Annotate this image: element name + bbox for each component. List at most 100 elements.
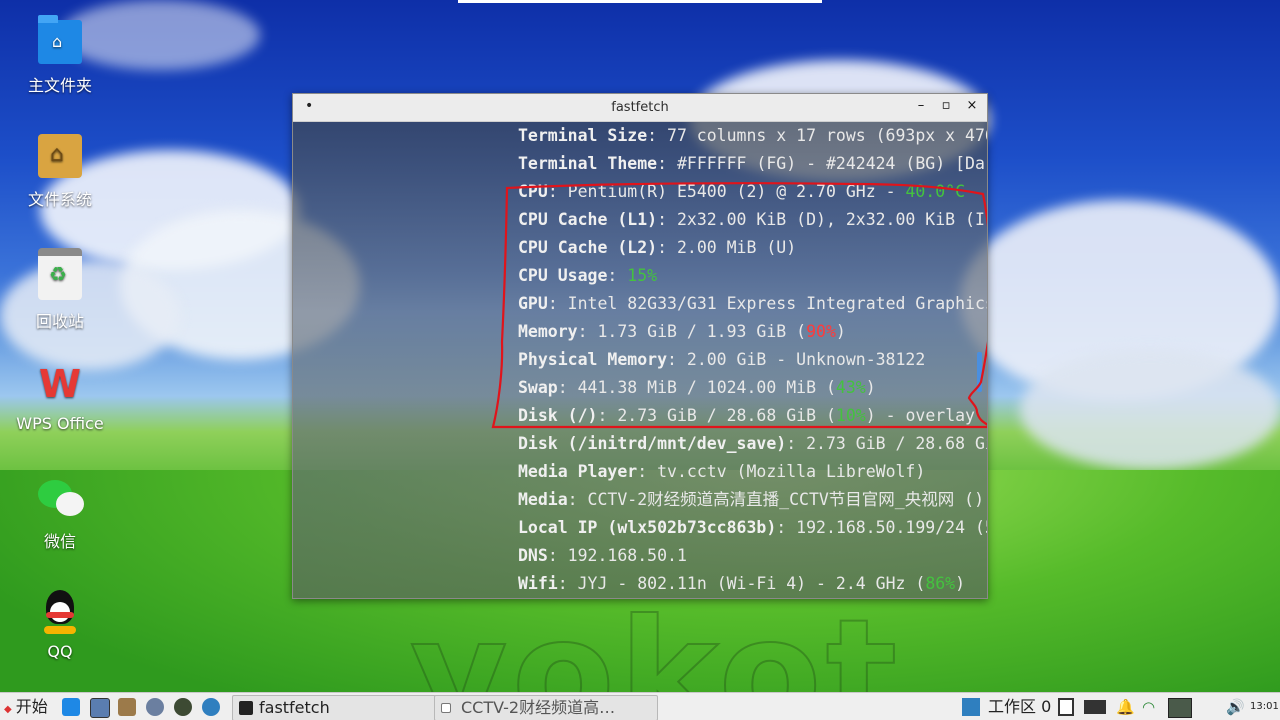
wallpaper-cloud (1020, 350, 1280, 470)
fastfetch-key: CPU Cache (L1) (518, 210, 658, 229)
terminal-window[interactable]: • fastfetch – ▫ × Terminal Size: 77 colu… (292, 93, 988, 599)
fastfetch-line: Media Player: tv.cctv (Mozilla LibreWolf… (518, 458, 987, 486)
maximize-icon[interactable]: ▫ (938, 98, 954, 113)
fastfetch-line: Disk (/): 2.73 GiB / 28.68 GiB (10%) - o… (518, 402, 987, 430)
fastfetch-key: DNS (518, 546, 548, 565)
fastfetch-value: : 441.38 MiB / 1024.00 MiB ( (557, 378, 836, 397)
fastfetch-value: : 2.73 GiB / 28.68 GiB (4 (786, 434, 987, 453)
fastfetch-line: Disk (/initrd/mnt/dev_save): 2.73 GiB / … (518, 430, 987, 458)
fastfetch-highlight: 90% (806, 322, 836, 341)
fastfetch-key: CPU Usage (518, 266, 608, 285)
terminal-scrollbar[interactable] (977, 352, 982, 392)
arrow-app-icon[interactable] (174, 698, 192, 716)
fastfetch-value: : 2x32.00 KiB (D), 2x32.00 KiB (I) (657, 210, 987, 229)
browser-icon[interactable] (202, 698, 220, 716)
fastfetch-line: Wifi: JYJ - 802.11n (Wi-Fi 4) - 2.4 GHz … (518, 570, 987, 598)
desktop-icon-label: 主文件夹 (27, 76, 92, 95)
fastfetch-line: CPU Cache (L1): 2x32.00 KiB (D), 2x32.00… (518, 206, 987, 234)
desktop-icon-filesystem[interactable]: ⌂ 文件系统 (10, 134, 110, 210)
fastfetch-key: Media (518, 490, 568, 509)
fastfetch-key: CPU (518, 182, 548, 201)
clock[interactable]: 13:01 (1250, 693, 1279, 720)
clipboard-icon[interactable] (1058, 698, 1074, 716)
fastfetch-key: Media Player (518, 462, 638, 481)
workspace-switcher[interactable]: 工作区 0 (988, 693, 1051, 720)
terminal-output[interactable]: Terminal Size: 77 columns x 17 rows (693… (293, 122, 987, 598)
fastfetch-key: Memory (518, 322, 578, 341)
fastfetch-value: : #FFFFFF (FG) - #242424 (BG) [Dark] (657, 154, 987, 173)
fastfetch-key: Disk (/) (518, 406, 598, 425)
start-label: 开始 (15, 697, 48, 716)
desktop-icon-label: 微信 (43, 532, 76, 551)
fastfetch-key: Terminal Theme (518, 154, 658, 173)
start-button[interactable]: ◆ 开始 (4, 693, 48, 720)
fastfetch-key: CPU Cache (L2) (518, 238, 658, 257)
fastfetch-value: : CCTV-2财经频道高清直播_CCTV节目官网_央视网 () (567, 490, 985, 509)
close-icon[interactable]: × (964, 98, 980, 113)
desktop-icon-wps-office[interactable]: W WPS Office (10, 362, 110, 433)
fastfetch-line: Memory: 1.73 GiB / 1.93 GiB (90%) (518, 318, 987, 346)
fastfetch-key: Terminal Size (518, 126, 648, 145)
fastfetch-output: Terminal Size: 77 columns x 17 rows (693… (518, 122, 987, 598)
fastfetch-line: Swap: 441.38 MiB / 1024.00 MiB (43%) (518, 374, 987, 402)
fastfetch-value: : tv.cctv (Mozilla LibreWolf) (637, 462, 926, 481)
network-manager-icon[interactable] (962, 698, 980, 716)
wps-office-icon: W (39, 362, 81, 406)
desktop-icon-label: 文件系统 (27, 190, 92, 209)
fastfetch-value: : Intel 82G33/G31 Express Integrated Gra… (547, 294, 987, 313)
fastfetch-line: Media: CCTV-2财经频道高清直播_CCTV节目官网_央视网 () (518, 486, 987, 514)
task-label: fastfetch (259, 698, 330, 717)
home-folder-icon: ⌂ (38, 15, 82, 64)
fastfetch-value: : 2.00 MiB (U) (657, 238, 797, 257)
fastfetch-value: : 2.00 GiB - Unknown-38122 (667, 350, 926, 369)
window-title: fastfetch (611, 100, 669, 115)
fastfetch-line: DNS: 192.168.50.1 (518, 542, 987, 570)
task-fastfetch[interactable]: fastfetch (232, 695, 436, 720)
desktop-icon-label: WPS Office (16, 414, 104, 433)
fastfetch-line: Terminal Theme: #FFFFFF (FG) - #242424 (… (518, 150, 987, 178)
wechat-icon (38, 476, 84, 520)
fastfetch-highlight: 15% (627, 266, 658, 285)
fastfetch-line: CPU: Pentium(R) E5400 (2) @ 2.70 GHz - 4… (518, 178, 987, 206)
desktop-icon-qq[interactable]: QQ (10, 590, 110, 661)
fastfetch-line: Local IP (wlx502b73cc863b): 192.168.50.1… (518, 514, 987, 542)
desktop-icon-recycle-bin[interactable]: ♻ 回收站 (10, 248, 110, 332)
task-cctv[interactable]: CCTV-2财经频道高… (434, 695, 658, 720)
settings-icon[interactable] (146, 698, 164, 716)
fastfetch-value-tail: ) (955, 574, 966, 593)
fastfetch-highlight: 43% (835, 378, 866, 397)
fastfetch-highlight: 10% (835, 406, 866, 425)
keyboard-icon[interactable] (1084, 700, 1106, 714)
fastfetch-key: Physical Memory (518, 350, 668, 369)
fastfetch-value: : (607, 266, 628, 285)
notification-bell-icon[interactable]: 🔔 (1116, 693, 1135, 720)
show-desktop-icon[interactable] (62, 698, 80, 716)
fastfetch-key: Disk (/initrd/mnt/dev_save) (518, 434, 787, 453)
qq-icon (38, 590, 82, 634)
fastfetch-value-tail: ) - overlay (865, 406, 975, 425)
taskbar: ◆ 开始 fastfetch CCTV-2财经频道高… 工作区 0 🔔 ◠ 🔊 1… (0, 692, 1280, 720)
desktop-icon-label: 回收站 (35, 312, 84, 331)
window-icon (441, 703, 451, 713)
fastfetch-value: : 1.73 GiB / 1.93 GiB ( (577, 322, 807, 341)
fastfetch-line: Physical Memory: 2.00 GiB - Unknown-3812… (518, 346, 987, 374)
fastfetch-value: : 2.73 GiB / 28.68 GiB ( (597, 406, 836, 425)
fastfetch-highlight: 86% (925, 574, 956, 593)
start-arrow-icon: ◆ (4, 704, 12, 715)
fastfetch-value: : Pentium(R) E5400 (2) @ 2.70 GHz - (547, 182, 906, 201)
desktop-icon-wechat[interactable]: 微信 (10, 476, 110, 552)
window-titlebar[interactable]: • fastfetch – ▫ × (293, 94, 987, 122)
recycle-bin-icon: ♻ (38, 248, 82, 300)
file-manager-icon[interactable] (90, 698, 110, 718)
fastfetch-key: Wifi (518, 574, 558, 593)
desktop-icon-home-folder[interactable]: ⌂ 主文件夹 (10, 15, 110, 96)
wifi-icon[interactable]: ◠ (1142, 693, 1155, 720)
tools-icon[interactable] (118, 698, 136, 716)
fastfetch-line: GPU: Intel 82G33/G31 Express Integrated … (518, 290, 987, 318)
terminal-icon (239, 701, 253, 715)
fastfetch-highlight: 40.0°C (905, 182, 966, 201)
task-label: CCTV-2财经频道高… (461, 698, 616, 717)
monitor-icon[interactable] (1168, 698, 1192, 718)
minimize-icon[interactable]: – (913, 98, 929, 113)
volume-icon[interactable]: 🔊 (1226, 693, 1245, 720)
